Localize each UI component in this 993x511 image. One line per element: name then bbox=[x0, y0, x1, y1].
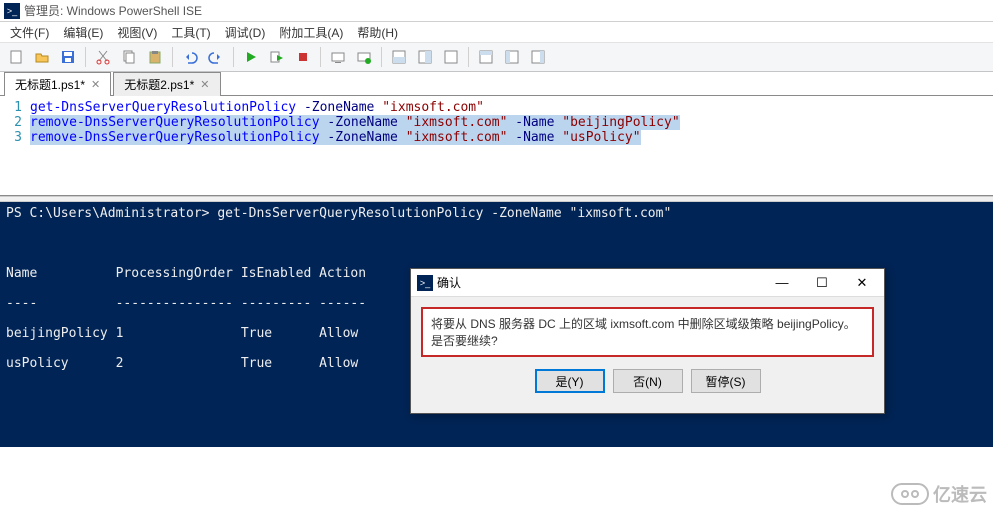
watermark-text: 亿速云 bbox=[933, 481, 987, 507]
copy-icon[interactable] bbox=[117, 45, 141, 69]
panel2-icon[interactable] bbox=[500, 45, 524, 69]
stop-icon[interactable] bbox=[291, 45, 315, 69]
menu-addons[interactable]: 附加工具(A) bbox=[273, 22, 349, 43]
layout1-icon[interactable] bbox=[387, 45, 411, 69]
dialog-title: 确认 bbox=[437, 274, 762, 291]
menu-debug[interactable]: 调试(D) bbox=[219, 22, 272, 43]
app-icon: >_ bbox=[4, 3, 20, 19]
console-blank bbox=[6, 416, 987, 431]
script-editor[interactable]: 1 get-DnsServerQueryResolutionPolicy -Zo… bbox=[0, 96, 993, 196]
line-number: 1 bbox=[0, 100, 30, 115]
menubar: 文件(F) 编辑(E) 视图(V) 工具(T) 调试(D) 附加工具(A) 帮助… bbox=[0, 22, 993, 42]
menu-help[interactable]: 帮助(H) bbox=[351, 22, 404, 43]
panel3-icon[interactable] bbox=[526, 45, 550, 69]
watermark: 亿速云 bbox=[891, 481, 987, 507]
paste-icon[interactable] bbox=[143, 45, 167, 69]
line-number: 2 bbox=[0, 115, 30, 130]
console-line: PS C:\Users\Administrator> remove-DnsSer… bbox=[6, 446, 987, 447]
console-blank bbox=[6, 236, 987, 251]
panel1-icon[interactable] bbox=[474, 45, 498, 69]
no-button[interactable]: 否(N) bbox=[613, 369, 683, 393]
remote-icon[interactable] bbox=[326, 45, 350, 69]
redo-icon[interactable] bbox=[204, 45, 228, 69]
menu-file[interactable]: 文件(F) bbox=[4, 22, 55, 43]
toolbar bbox=[0, 42, 993, 72]
run-icon[interactable] bbox=[239, 45, 263, 69]
dialog-titlebar[interactable]: >_ 确认 — ☐ ✕ bbox=[411, 269, 884, 297]
menu-edit[interactable]: 编辑(E) bbox=[57, 22, 109, 43]
tab-2-label: 无标题2.ps1* bbox=[124, 76, 194, 93]
save-icon[interactable] bbox=[56, 45, 80, 69]
new-icon[interactable] bbox=[4, 45, 28, 69]
new-remote-icon[interactable] bbox=[352, 45, 376, 69]
close-icon[interactable]: ✕ bbox=[842, 271, 882, 295]
minimize-icon[interactable]: — bbox=[762, 271, 802, 295]
tab-1[interactable]: 无标题1.ps1* ✕ bbox=[4, 72, 111, 96]
watermark-logo-icon bbox=[891, 483, 929, 505]
maximize-icon[interactable]: ☐ bbox=[802, 271, 842, 295]
open-icon[interactable] bbox=[30, 45, 54, 69]
undo-icon[interactable] bbox=[178, 45, 202, 69]
titlebar: >_ 管理员: Windows PowerShell ISE bbox=[0, 0, 993, 22]
tab-2[interactable]: 无标题2.ps1* ✕ bbox=[113, 72, 220, 96]
suspend-button[interactable]: 暂停(S) bbox=[691, 369, 761, 393]
run-selection-icon[interactable] bbox=[265, 45, 289, 69]
line-number: 3 bbox=[0, 130, 30, 145]
tab-1-close-icon[interactable]: ✕ bbox=[91, 78, 100, 91]
layout3-icon[interactable] bbox=[439, 45, 463, 69]
layout2-icon[interactable] bbox=[413, 45, 437, 69]
window-title: 管理员: Windows PowerShell ISE bbox=[24, 2, 202, 19]
confirm-dialog: >_ 确认 — ☐ ✕ 将要从 DNS 服务器 DC 上的区域 ixmsoft.… bbox=[410, 268, 885, 414]
menu-tools[interactable]: 工具(T) bbox=[165, 22, 216, 43]
dialog-message: 将要从 DNS 服务器 DC 上的区域 ixmsoft.com 中删除区域级策略… bbox=[421, 307, 874, 357]
editor-tabs: 无标题1.ps1* ✕ 无标题2.ps1* ✕ bbox=[0, 72, 993, 96]
yes-button[interactable]: 是(Y) bbox=[535, 369, 605, 393]
dialog-icon: >_ bbox=[417, 275, 433, 291]
tab-1-label: 无标题1.ps1* bbox=[15, 76, 85, 93]
tab-2-close-icon[interactable]: ✕ bbox=[200, 78, 209, 91]
console-line: PS C:\Users\Administrator> get-DnsServer… bbox=[6, 206, 987, 221]
menu-view[interactable]: 视图(V) bbox=[111, 22, 163, 43]
cut-icon[interactable] bbox=[91, 45, 115, 69]
